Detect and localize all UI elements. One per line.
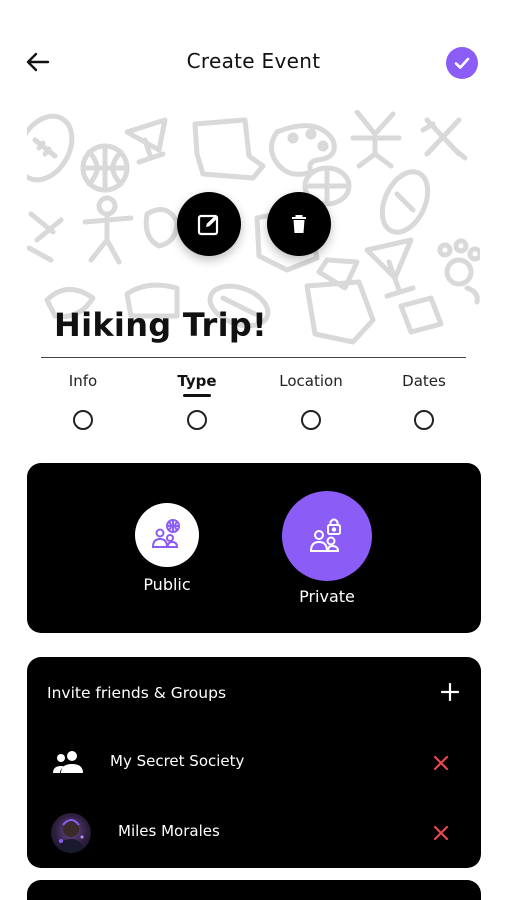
step-label: Dates <box>402 372 446 390</box>
edit-cover-button[interactable] <box>177 192 241 256</box>
person-icon <box>82 195 134 265</box>
step-tabs: Info Type Location Dates <box>0 370 507 440</box>
football-icon <box>27 113 75 183</box>
active-step-indicator <box>183 394 211 397</box>
private-group-icon <box>309 518 341 552</box>
invite-item-label: My Secret Society <box>110 752 245 770</box>
confirm-button[interactable] <box>446 47 478 79</box>
close-icon <box>433 755 449 771</box>
delete-cover-button[interactable] <box>267 192 331 256</box>
invite-item: My Secret Society <box>27 743 481 783</box>
map-icon <box>192 117 266 181</box>
step-radio[interactable] <box>414 410 434 430</box>
public-group-icon <box>151 519 180 548</box>
person-icon <box>350 110 402 169</box>
remove-invite-button[interactable] <box>431 753 451 773</box>
event-title-input[interactable]: Hiking Trip! <box>54 306 267 344</box>
remove-invite-button[interactable] <box>431 823 451 843</box>
cocktail-icon <box>364 237 416 299</box>
cocktail-icon <box>124 117 168 165</box>
invite-item: Miles Morales <box>27 813 481 853</box>
header: Create Event <box>0 0 507 110</box>
step-radio[interactable] <box>73 410 93 430</box>
private-option[interactable] <box>282 491 372 581</box>
step-info[interactable]: Info <box>28 370 138 430</box>
pawprint-icon <box>437 238 480 305</box>
close-icon <box>433 825 449 841</box>
add-invite-button[interactable] <box>439 681 461 703</box>
basketball-icon <box>80 143 130 193</box>
group-icon <box>53 751 83 773</box>
step-radio[interactable] <box>187 410 207 430</box>
event-type-card: Public Private <box>27 463 481 633</box>
step-radio[interactable] <box>301 410 321 430</box>
step-dates[interactable]: Dates <box>369 370 479 430</box>
invite-item-label: Miles Morales <box>118 822 220 840</box>
avatar <box>51 813 91 853</box>
public-label: Public <box>143 575 191 594</box>
invite-title: Invite friends & Groups <box>47 684 227 702</box>
public-option[interactable] <box>135 503 199 567</box>
edit-icon <box>197 214 219 236</box>
next-section-card <box>27 880 481 900</box>
step-label: Type <box>177 372 217 390</box>
plus-icon <box>440 682 460 702</box>
title-underline <box>41 357 466 358</box>
avatar-image <box>57 819 85 853</box>
step-location[interactable]: Location <box>256 370 366 430</box>
step-label: Location <box>279 372 343 390</box>
page-title: Create Event <box>186 49 321 73</box>
step-type[interactable]: Type <box>142 370 252 430</box>
trash-icon <box>292 215 306 233</box>
invite-card: Invite friends & Groups My Secret Societ… <box>27 657 481 868</box>
check-icon <box>454 57 470 69</box>
private-label: Private <box>299 587 355 606</box>
step-label: Info <box>68 372 98 390</box>
